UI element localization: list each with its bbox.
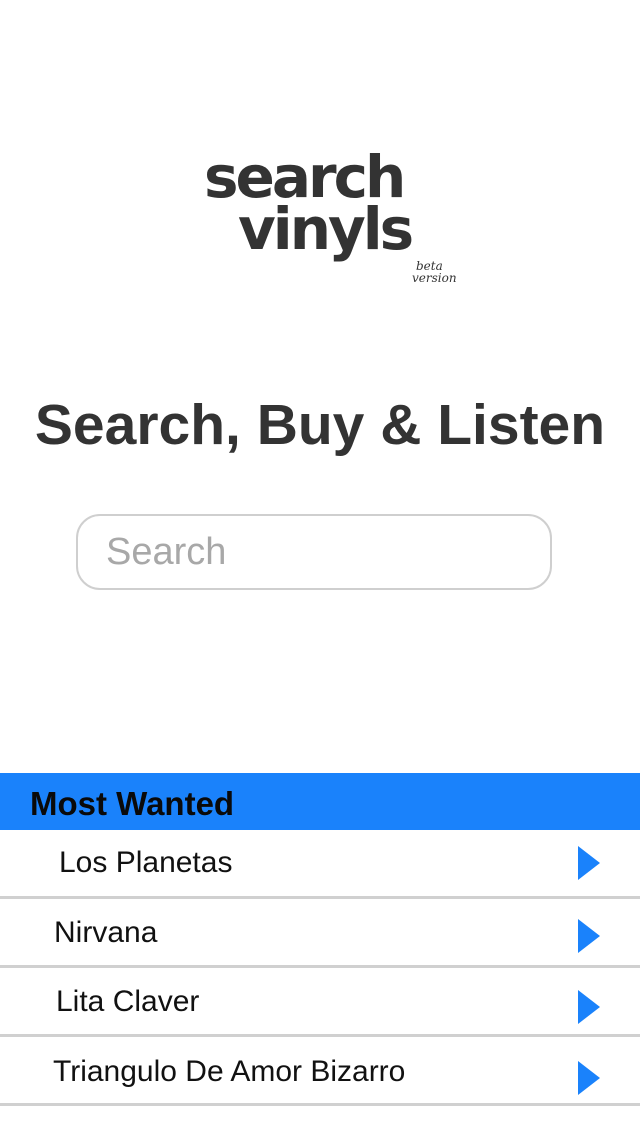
list-item[interactable]: Lita Claver [0, 968, 640, 1037]
most-wanted-title: Most Wanted [30, 785, 235, 822]
app-logo: search vinyls beta version [200, 148, 470, 298]
most-wanted-list: Los Planetas Nirvana Lita Claver Triangu… [0, 830, 640, 1106]
play-arrow-icon[interactable] [578, 990, 600, 1024]
list-item-label: Triangulo De Amor Bizarro [53, 1055, 406, 1088]
beta-badge: beta version [412, 260, 457, 284]
list-item-label: Lita Claver [56, 985, 200, 1018]
search-field[interactable] [76, 514, 552, 590]
play-arrow-icon[interactable] [578, 1061, 600, 1095]
play-arrow-icon[interactable] [578, 919, 600, 953]
beta-badge-line2: version [412, 271, 457, 285]
list-item[interactable]: Los Planetas [0, 830, 640, 899]
list-item[interactable]: Nirvana [0, 899, 640, 968]
most-wanted-header: Most Wanted [0, 773, 640, 830]
list-item-label: Los Planetas [59, 846, 233, 879]
search-input[interactable] [106, 526, 526, 578]
play-arrow-icon[interactable] [578, 846, 600, 880]
page-tagline: Search, Buy & Listen [34, 393, 606, 457]
list-item[interactable]: Triangulo De Amor Bizarro [0, 1037, 640, 1106]
list-item-label: Nirvana [54, 916, 158, 949]
logo-word-vinyls: vinyls [238, 195, 414, 263]
